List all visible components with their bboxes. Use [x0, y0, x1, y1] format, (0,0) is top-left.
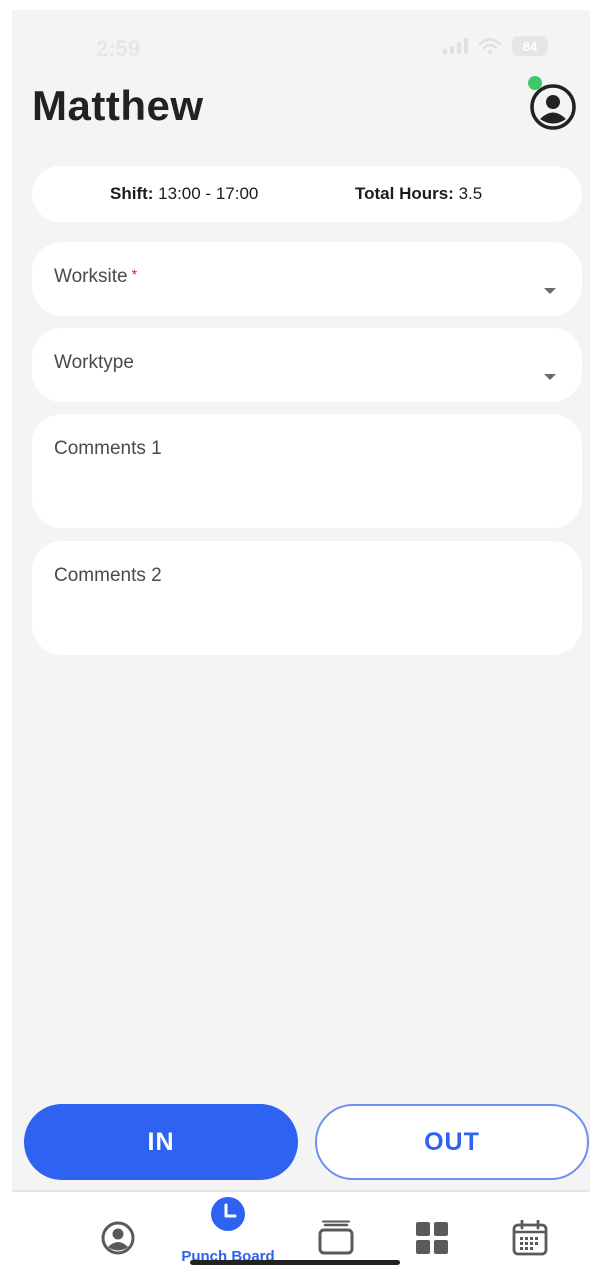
worktype-label: Worktype [54, 352, 134, 373]
shift-info: Shift: 13:00 - 17:00 [110, 184, 258, 204]
tab-dashboard[interactable] [392, 1192, 472, 1275]
online-status-dot [528, 76, 542, 90]
shift-label: Shift: [110, 184, 154, 203]
punch-in-button[interactable]: IN [24, 1104, 298, 1180]
punch-out-button[interactable]: OUT [315, 1104, 589, 1180]
tab-profile[interactable] [78, 1192, 158, 1275]
tab-calendar[interactable] [490, 1192, 570, 1275]
home-indicator [190, 1260, 400, 1265]
battery-icon: 84 [512, 36, 548, 56]
chevron-down-icon [544, 288, 556, 294]
comments-2-field[interactable]: Comments 2 [32, 541, 582, 655]
shift-value: 13:00 - 17:00 [158, 184, 259, 203]
profile-icon [101, 1221, 135, 1255]
app-screen: 2:59 84 Matthew Shift: 13:00 - 17:00 Tot… [12, 10, 590, 1275]
page-title: Matthew [32, 82, 204, 129]
wifi-icon [478, 38, 502, 55]
comments-1-label: Comments 1 [54, 438, 162, 459]
signal-icon [443, 38, 468, 54]
status-bar: 2:59 84 [12, 10, 590, 80]
status-time: 2:59 [96, 36, 141, 61]
total-hours-label: Total Hours: [355, 184, 454, 203]
worksite-label: Worksite * [54, 266, 138, 287]
required-marker: * [131, 266, 138, 282]
cards-stack-icon [318, 1220, 354, 1255]
clock-icon [211, 1197, 245, 1231]
total-hours-info: Total Hours: 3.5 [355, 184, 482, 204]
shift-summary: Shift: 13:00 - 17:00 Total Hours: 3.5 [32, 166, 582, 222]
calendar-icon [512, 1220, 548, 1256]
worktype-dropdown[interactable]: Worktype [32, 328, 582, 402]
status-icons: 84 [443, 36, 548, 56]
worksite-dropdown[interactable]: Worksite * [32, 242, 582, 316]
total-hours-value: 3.5 [458, 184, 483, 203]
comments-2-label: Comments 2 [54, 565, 162, 586]
comments-1-field[interactable]: Comments 1 [32, 414, 582, 528]
grid-icon [416, 1222, 448, 1254]
chevron-down-icon [544, 374, 556, 380]
